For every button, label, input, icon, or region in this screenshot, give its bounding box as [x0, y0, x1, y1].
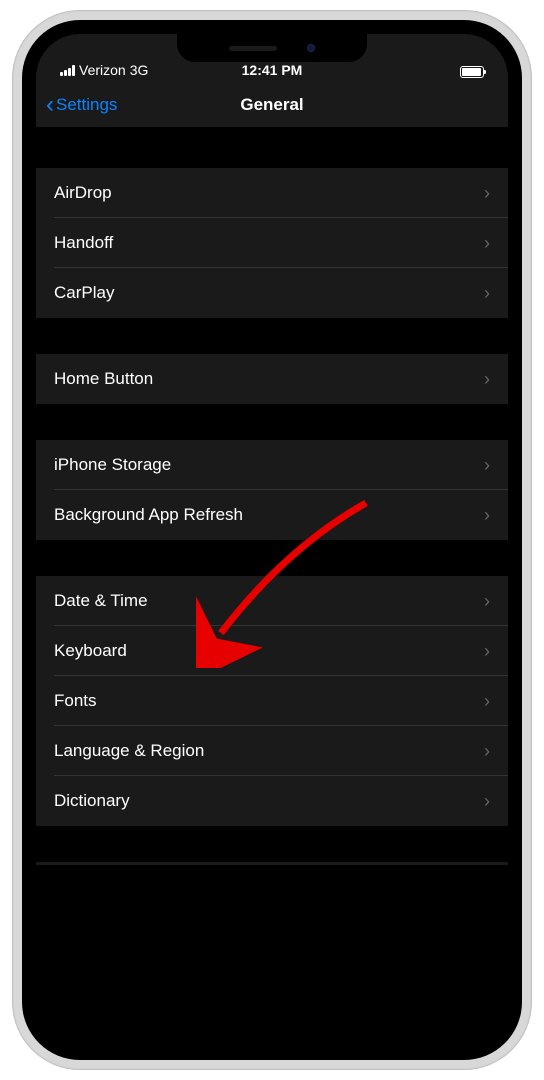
section: Home Button › — [36, 354, 508, 404]
row-date-time[interactable]: Date & Time › — [36, 576, 508, 626]
row-iphone-storage[interactable]: iPhone Storage › — [36, 440, 508, 490]
row-dictionary[interactable]: Dictionary › — [36, 776, 508, 826]
content[interactable]: AirDrop › Handoff › CarPlay › Home Butto… — [36, 128, 508, 1046]
chevron-right-icon: › — [484, 791, 490, 812]
back-label: Settings — [56, 95, 117, 115]
status-time: 12:41 PM — [242, 62, 303, 78]
row-label: AirDrop — [54, 183, 112, 203]
speaker — [229, 46, 277, 51]
row-label: iPhone Storage — [54, 455, 171, 475]
chevron-right-icon: › — [484, 691, 490, 712]
page-title: General — [240, 95, 303, 115]
row-background-app-refresh[interactable]: Background App Refresh › — [36, 490, 508, 540]
chevron-right-icon: › — [484, 233, 490, 254]
chevron-right-icon: › — [484, 455, 490, 476]
row-home-button[interactable]: Home Button › — [36, 354, 508, 404]
chevron-right-icon: › — [484, 283, 490, 304]
section: AirDrop › Handoff › CarPlay › — [36, 168, 508, 318]
row-label: Home Button — [54, 369, 153, 389]
chevron-right-icon: › — [484, 641, 490, 662]
row-label: Background App Refresh — [54, 505, 243, 525]
chevron-right-icon: › — [484, 591, 490, 612]
status-right — [460, 66, 484, 78]
back-button[interactable]: ‹ Settings — [36, 93, 117, 117]
front-camera — [307, 44, 315, 52]
row-fonts[interactable]: Fonts › — [36, 676, 508, 726]
row-airdrop[interactable]: AirDrop › — [36, 168, 508, 218]
chevron-right-icon: › — [484, 369, 490, 390]
row-handoff[interactable]: Handoff › — [36, 218, 508, 268]
row-label: Keyboard — [54, 641, 127, 661]
screen: Verizon 3G 12:41 PM ‹ Settings General — [36, 34, 508, 1046]
row-keyboard[interactable]: Keyboard › — [36, 626, 508, 676]
row-label: CarPlay — [54, 283, 114, 303]
row-label: Language & Region — [54, 741, 204, 761]
section: iPhone Storage › Background App Refresh … — [36, 440, 508, 540]
row-language-region[interactable]: Language & Region › — [36, 726, 508, 776]
phone-bezel: Verizon 3G 12:41 PM ‹ Settings General — [22, 20, 522, 1060]
carrier-label: Verizon — [79, 62, 126, 78]
row-carplay[interactable]: CarPlay › — [36, 268, 508, 318]
section: Date & Time › Keyboard › Fonts › Languag… — [36, 576, 508, 826]
phone-frame: Verizon 3G 12:41 PM ‹ Settings General — [12, 10, 532, 1070]
network-label: 3G — [130, 62, 149, 78]
status-left: Verizon 3G — [60, 62, 148, 78]
signal-icon — [60, 65, 75, 76]
row-label: Date & Time — [54, 591, 148, 611]
row-label: Fonts — [54, 691, 97, 711]
notch — [177, 34, 367, 62]
chevron-left-icon: ‹ — [46, 93, 54, 117]
battery-icon — [460, 66, 484, 78]
chevron-right-icon: › — [484, 741, 490, 762]
nav-bar: ‹ Settings General — [36, 82, 508, 128]
section-divider — [36, 862, 508, 865]
row-label: Dictionary — [54, 791, 130, 811]
chevron-right-icon: › — [484, 183, 490, 204]
chevron-right-icon: › — [484, 505, 490, 526]
row-label: Handoff — [54, 233, 113, 253]
